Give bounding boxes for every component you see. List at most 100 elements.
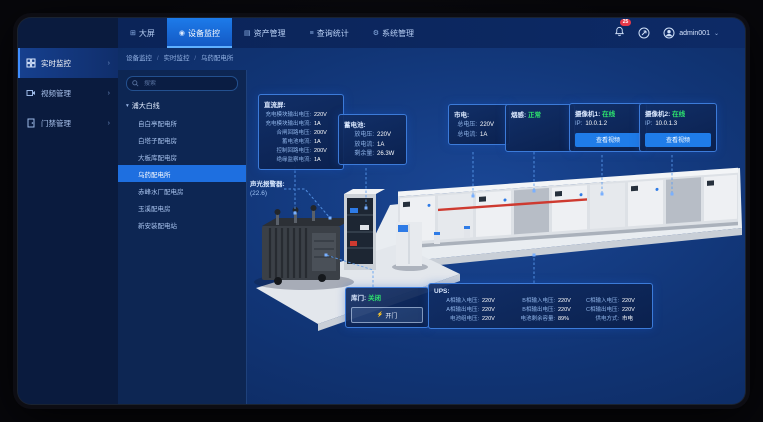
metric-label: C相输出电压: <box>584 306 619 315</box>
panel-title: 蓄电池: <box>344 119 401 129</box>
screen-icon: ⊞ <box>130 29 136 37</box>
sidebar-item-label: 实时监控 <box>41 58 71 69</box>
breadcrumb-realtime[interactable]: 实时监控 <box>163 55 189 62</box>
sidebar: 实时监控 › 视频管理 › 门禁管理 › <box>18 48 118 404</box>
sidebar-item-access-control[interactable]: 门禁管理 › <box>18 108 118 138</box>
view-video-button[interactable]: 查看视频 <box>575 133 641 147</box>
tree-item-5[interactable]: 玉溪配电房 <box>118 199 246 216</box>
chevron-down-icon: ⌄ <box>714 30 719 37</box>
breadcrumb: 设备监控 / 实时监控 / 乌药配电所 <box>126 52 233 62</box>
metric-value: 220V <box>622 297 646 306</box>
nav-label: 设备监控 <box>188 28 220 39</box>
metric-label: B相输出电压: <box>508 306 555 315</box>
video-icon <box>26 88 36 98</box>
panel-title: 库门: <box>351 295 366 302</box>
metric-value: 26.3W <box>377 150 401 160</box>
chevron-right-icon: › <box>108 120 110 127</box>
metric-value: 220V <box>480 121 504 131</box>
unlock-icon: ⚡ <box>377 312 384 318</box>
notifications-button[interactable]: 25 <box>614 24 625 42</box>
tree-parent-label: 浦大白线 <box>132 101 160 111</box>
app-window: ⊞ 大屏 ◉ 设备监控 ▤ 资产管理 ≡ 查询统计 ⚙ 系统管理 <box>18 18 745 404</box>
bell-icon <box>614 26 625 37</box>
camera2-status: 在线 <box>672 111 685 118</box>
ip-label: IP: <box>645 120 652 130</box>
mains-panel: 市电: 总电压:220V 总电流:1A <box>448 104 510 145</box>
ups-panel: UPS: A相输入电压:220V B相输入电压:220V C相输入电压:220V… <box>428 283 653 329</box>
sidebar-item-label: 视频管理 <box>41 88 71 99</box>
metric-value: 220V <box>622 306 646 315</box>
smoke-sensor-panel: 烟感: 正常 <box>505 104 575 152</box>
username: admin001 <box>679 30 710 37</box>
stats-icon: ≡ <box>310 30 314 37</box>
sidebar-item-label: 门禁管理 <box>41 118 71 129</box>
breadcrumb-device-monitor[interactable]: 设备监控 <box>126 55 152 62</box>
metric-value: 200V <box>314 147 338 156</box>
chevron-right-icon: › <box>108 60 110 67</box>
metric-value: 220V <box>482 306 506 315</box>
tree-item-2[interactable]: 大板库配电房 <box>118 148 246 165</box>
nav-item-device-monitor[interactable]: ◉ 设备监控 <box>167 18 232 48</box>
sidebar-item-realtime-monitor[interactable]: 实时监控 › <box>18 48 118 78</box>
metric-label: A相输出电压: <box>434 306 479 315</box>
fullscreen-icon[interactable] <box>638 27 650 39</box>
metric-value: 220V <box>377 131 401 141</box>
main-content: 设备监控 / 实时监控 / 乌药配电所 ▾ 浦大白线 <box>118 48 745 404</box>
panel-title: UPS: <box>434 288 647 295</box>
metric-label: 总电流: <box>454 131 477 141</box>
panel-title: 摄像机1: <box>575 111 600 118</box>
metric-value: 220V <box>558 297 582 306</box>
alarm-title: 声光报警器: <box>250 180 285 189</box>
metric-label: 剩余量: <box>344 150 374 160</box>
camera1-ip: 10.0.1.2 <box>585 120 607 130</box>
tree-item-4[interactable]: 赤峰水厂配电房 <box>118 182 246 199</box>
view-video-button[interactable]: 查看视频 <box>645 133 711 147</box>
nav-items: ⊞ 大屏 ◉ 设备监控 ▤ 资产管理 ≡ 查询统计 ⚙ 系统管理 <box>118 18 426 48</box>
metric-label: 蓄电池电流: <box>264 138 311 147</box>
door-panel: 库门: 关闭 ⚡ 开门 <box>345 287 429 328</box>
metric-label: 绝缘监察电流: <box>264 156 311 165</box>
station-tree-panel: ▾ 浦大白线 自白亭配电所 白塔子配电房 大板库配电房 乌药配电所 赤峰水厂配电… <box>118 70 247 404</box>
nav-item-asset[interactable]: ▤ 资产管理 <box>232 18 298 48</box>
metric-value: 1A <box>377 141 401 151</box>
monitor-icon: ◉ <box>179 29 185 37</box>
metric-value: 220V <box>482 297 506 306</box>
alarm-value: (22.6) <box>250 189 285 198</box>
door-icon <box>26 118 36 128</box>
nav-item-dashboard[interactable]: ⊞ 大屏 <box>118 18 167 48</box>
nav-item-system[interactable]: ⚙ 系统管理 <box>361 18 426 48</box>
transformer <box>254 205 354 290</box>
open-door-button[interactable]: ⚡ 开门 <box>351 307 423 323</box>
panel-title: 烟感: <box>511 112 526 119</box>
tree-parent-line[interactable]: ▾ 浦大白线 <box>118 98 246 114</box>
camera2-panel: 摄像机2: 在线 IP:10.0.1.3 查看视频 <box>639 103 717 152</box>
tree-item-0[interactable]: 自白亭配电所 <box>118 114 246 131</box>
metric-label: 放电压: <box>344 131 374 141</box>
tree-item-3-selected[interactable]: 乌药配电所 <box>118 165 246 182</box>
breadcrumb-current-room[interactable]: 乌药配电所 <box>201 55 234 62</box>
device-frame: ⊞ 大屏 ◉ 设备监控 ▤ 资产管理 ≡ 查询统计 ⚙ 系统管理 <box>0 0 763 422</box>
notification-badge: 25 <box>620 19 631 26</box>
door-status: 关闭 <box>368 295 381 302</box>
metric-value: 220V <box>482 315 506 324</box>
tree-item-1[interactable]: 白塔子配电房 <box>118 131 246 148</box>
search-input[interactable] <box>142 80 226 88</box>
metric-value: 1A <box>314 156 338 165</box>
nav-label: 资产管理 <box>254 28 286 39</box>
metric-label: 充电模块输出电压: <box>264 111 311 120</box>
ip-label: IP: <box>575 120 582 130</box>
metric-value: 220V <box>558 306 582 315</box>
user-menu[interactable]: admin001 ⌄ <box>663 27 719 39</box>
tree-search <box>126 76 238 91</box>
nav-label: 系统管理 <box>382 28 414 39</box>
ups-grid: A相输入电压:220V B相输入电压:220V C相输入电压:220V A相输出… <box>434 297 647 324</box>
dc-screen-panel: 直流屏: 充电模块输出电压:220V 充电模块输出电流:1A 合闸回路电压:20… <box>258 94 344 170</box>
tree-item-6[interactable]: 新安装配电站 <box>118 216 246 233</box>
tree-collapse-icon: ▾ <box>126 103 129 109</box>
nav-item-query-stats[interactable]: ≡ 查询统计 <box>298 18 361 48</box>
metric-label: C相输入电压: <box>584 297 619 306</box>
metric-label: 电池剩余容量: <box>508 315 555 324</box>
sidebar-item-video-manage[interactable]: 视频管理 › <box>18 78 118 108</box>
battery-panel: 蓄电池: 放电压:220V 放电流:1A 剩余量:26.3W <box>338 114 407 165</box>
metric-label: B相输入电压: <box>508 297 555 306</box>
